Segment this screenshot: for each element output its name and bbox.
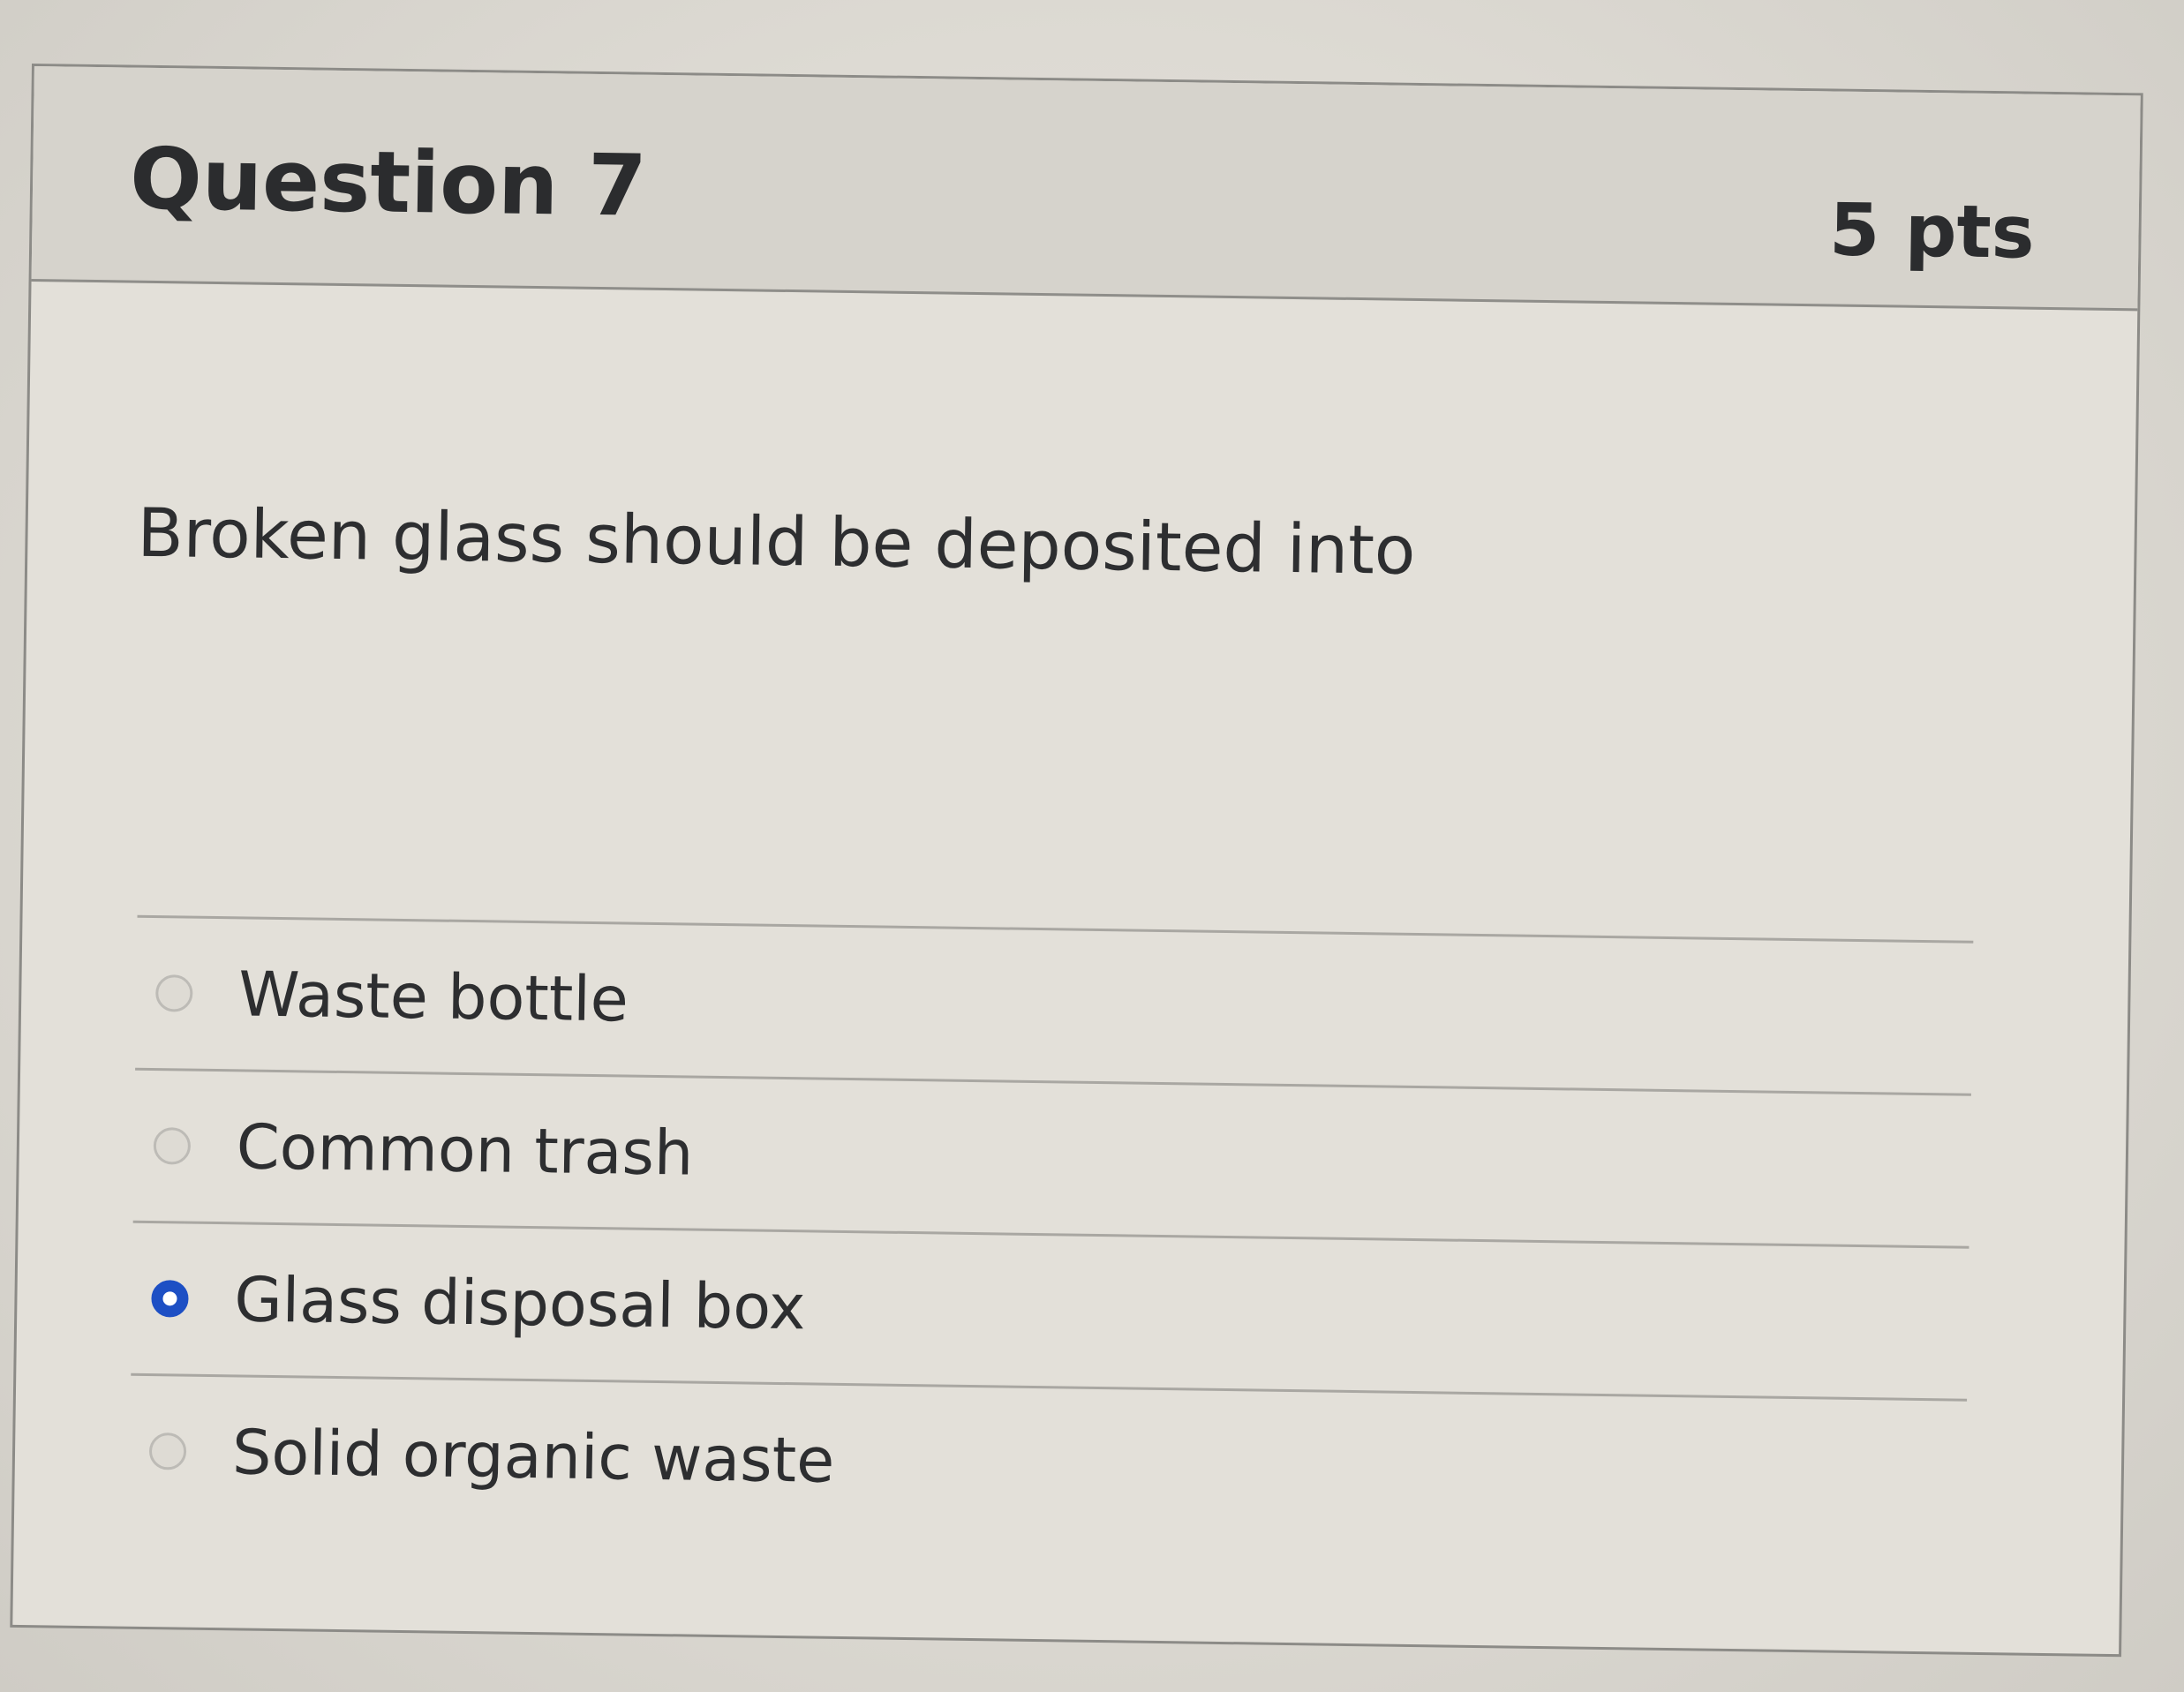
radio-button[interactable] (153, 1127, 192, 1165)
answer-list: Waste bottle Common trash Glass disposal… (129, 914, 1974, 1552)
question-title: Question 7 (129, 129, 648, 236)
question-text: Broken glass should be deposited into (136, 493, 1417, 590)
answer-label: Solid organic waste (231, 1416, 835, 1497)
answer-label: Glass disposal box (233, 1263, 806, 1344)
question-points: 5 pts (1828, 188, 2036, 275)
answer-option-glass-disposal-box[interactable]: Glass disposal box (131, 1223, 1969, 1399)
answer-option-waste-bottle[interactable]: Waste bottle (135, 918, 1973, 1094)
answer-label: Common trash (236, 1110, 694, 1190)
answer-label: Waste bottle (237, 958, 629, 1036)
answer-option-common-trash[interactable]: Common trash (133, 1071, 1971, 1246)
question-header: Question 7 5 pts (31, 66, 2141, 312)
radio-button[interactable] (155, 974, 193, 1012)
radio-button[interactable] (148, 1433, 187, 1470)
radio-button-selected[interactable] (151, 1280, 189, 1318)
question-card: Question 7 5 pts Broken glass should be … (10, 64, 2143, 1658)
answer-option-solid-organic-waste[interactable]: Solid organic waste (129, 1376, 1967, 1552)
